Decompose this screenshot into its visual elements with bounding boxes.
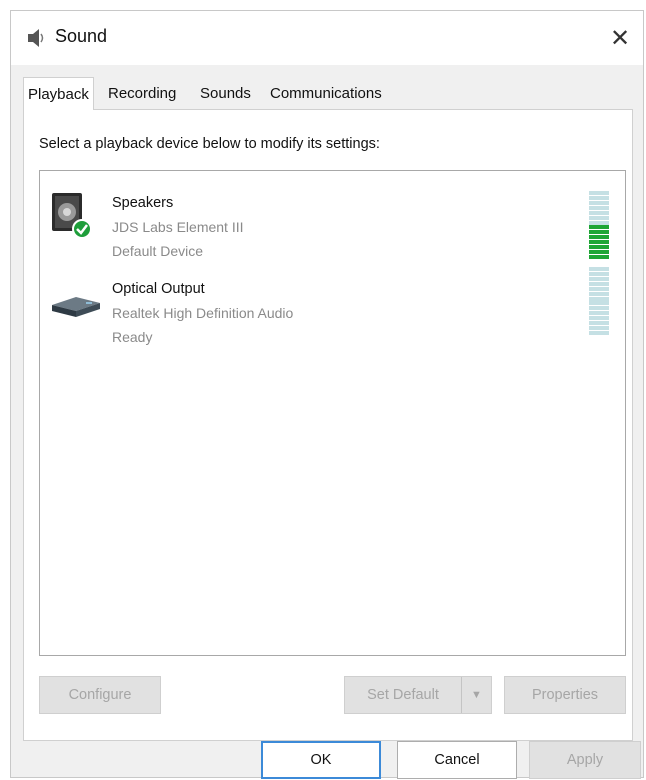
cancel-button[interactable]: Cancel	[397, 741, 517, 779]
device-name: Speakers	[112, 195, 174, 211]
apply-button[interactable]: Apply	[529, 741, 641, 779]
level-meter-segment	[589, 281, 609, 286]
properties-button[interactable]: Properties	[504, 676, 626, 714]
configure-label: Configure	[68, 687, 132, 703]
sound-dialog: Sound ✕ Playback Recording Sounds Commun…	[10, 10, 644, 779]
window-title: Sound	[55, 26, 108, 46]
device-status: Default Device	[112, 243, 204, 259]
level-meter-segment	[589, 200, 609, 205]
configure-button[interactable]: Configure	[39, 676, 161, 714]
level-meter-segment	[589, 191, 609, 195]
tab-playback[interactable]: Playback	[23, 77, 94, 110]
title-bar[interactable]: Sound ✕	[11, 11, 643, 65]
device-item-optical-output[interactable]: Optical Output Realtek High Definition A…	[40, 267, 625, 347]
close-button[interactable]: ✕	[597, 11, 643, 65]
ok-label: OK	[310, 752, 332, 768]
level-meter-segment	[589, 195, 609, 200]
playback-panel: Select a playback device below to modify…	[23, 109, 633, 741]
tab-sounds[interactable]: Sounds	[197, 81, 254, 109]
device-status: Ready	[112, 329, 153, 345]
level-meter-segment	[589, 250, 609, 255]
level-meter-segment	[589, 240, 609, 245]
level-meter-segment	[589, 230, 609, 235]
speaker-icon	[28, 29, 44, 47]
level-meter-segment	[589, 286, 609, 291]
level-meter-segment	[589, 330, 609, 335]
device-description: Realtek High Definition Audio	[112, 305, 294, 321]
level-meter	[589, 267, 609, 335]
ok-button[interactable]: OK	[261, 741, 381, 779]
set-default-button[interactable]: Set Default ▼	[344, 676, 492, 714]
device-name: Optical Output	[112, 281, 205, 297]
device-item-speakers[interactable]: Speakers JDS Labs Element III Default De…	[40, 181, 625, 261]
level-meter-segment	[589, 291, 609, 296]
tab-communications[interactable]: Communications	[267, 81, 385, 109]
level-meter-segment	[589, 267, 609, 271]
level-meter	[589, 191, 609, 259]
level-meter-segment	[589, 210, 609, 215]
level-meter-segment	[589, 220, 609, 225]
level-meter-segment	[589, 215, 609, 220]
tab-recording[interactable]: Recording	[105, 81, 179, 109]
level-meter-segment	[589, 254, 609, 259]
instruction-text: Select a playback device below to modify…	[39, 136, 380, 152]
device-list[interactable]: Speakers JDS Labs Element III Default De…	[39, 170, 626, 656]
level-meter-segment	[589, 276, 609, 281]
level-meter-segment	[589, 296, 609, 301]
level-meter-segment	[589, 301, 609, 306]
level-meter-segment	[589, 311, 609, 316]
level-meter-segment	[589, 326, 609, 331]
device-description: JDS Labs Element III	[112, 219, 244, 235]
speaker-default-icon	[52, 193, 92, 239]
set-default-dropdown[interactable]: ▼	[461, 677, 491, 713]
optical-output-icon	[52, 297, 100, 317]
level-meter-segment	[589, 225, 609, 230]
level-meter-segment	[589, 321, 609, 326]
set-default-label: Set Default	[367, 687, 439, 703]
level-meter-segment	[589, 205, 609, 210]
chevron-down-icon: ▼	[471, 689, 482, 701]
close-icon: ✕	[609, 24, 631, 52]
properties-label: Properties	[531, 687, 599, 703]
level-meter-segment	[589, 245, 609, 250]
apply-label: Apply	[566, 752, 604, 768]
level-meter-segment	[589, 306, 609, 311]
level-meter-segment	[589, 271, 609, 276]
cancel-label: Cancel	[434, 752, 480, 768]
level-meter-segment	[589, 316, 609, 321]
level-meter-segment	[589, 235, 609, 240]
